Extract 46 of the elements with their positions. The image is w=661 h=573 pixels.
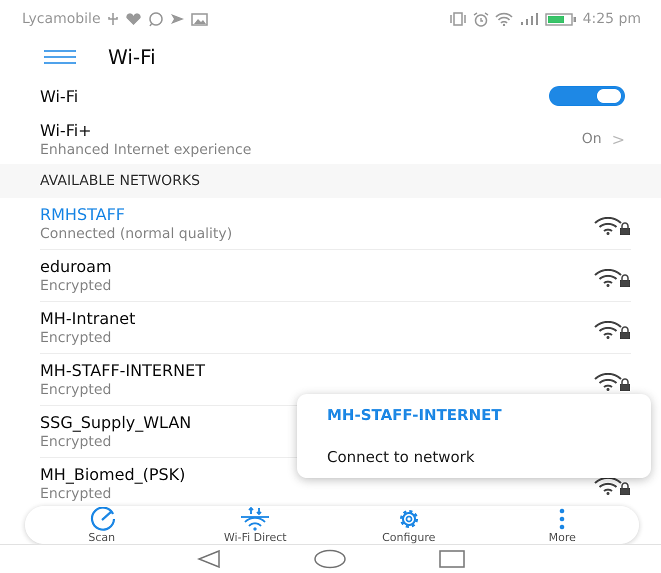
wifi-lock-icon	[593, 268, 631, 286]
network-status: Connected (normal quality)	[40, 226, 232, 242]
network-status: Encrypted	[40, 330, 112, 346]
chevron-icon: >	[612, 130, 625, 148]
wifi-lock-icon	[593, 372, 631, 390]
setting-label: Wi-Fi+	[40, 120, 93, 140]
network-row[interactable]: RMHSTAFF Connected (normal quality)	[40, 198, 631, 250]
setting-row[interactable]: Wi-Fi+ Enhanced Internet experience On >	[0, 116, 661, 162]
signal-icon	[518, 12, 539, 26]
heart-icon	[124, 12, 142, 26]
wifi-icon	[494, 12, 513, 26]
clock-time: 4:25 pm	[582, 11, 641, 27]
wifi-lock-icon	[593, 320, 631, 338]
menu-icon[interactable]	[44, 50, 76, 64]
section-title: AVAILABLE NETWORKS	[40, 173, 200, 189]
network-status: Encrypted	[40, 486, 112, 502]
setting-label: Wi-Fi	[40, 86, 78, 106]
network-name: MH-STAFF-INTERNET	[40, 361, 205, 380]
battery-icon	[544, 12, 577, 26]
wifi-lock-icon	[593, 476, 631, 494]
network-status: Encrypted	[40, 278, 112, 294]
network-name: MH-Intranet	[40, 309, 136, 328]
setting-value: On	[582, 131, 602, 147]
carrier-name: Lycamobile	[22, 11, 101, 27]
network-name: RMHSTAFF	[40, 205, 126, 224]
flag-icon	[170, 13, 185, 25]
network-name: eduroam	[40, 257, 112, 276]
recents-icon[interactable]	[438, 549, 464, 569]
wifi-lock-icon	[593, 216, 631, 234]
image-icon	[190, 12, 208, 26]
more-icon	[558, 506, 566, 530]
network-row[interactable]: eduroam Encrypted	[40, 250, 631, 302]
network-name: SSG_Supply_WLAN	[40, 413, 192, 432]
network-status: Encrypted	[40, 434, 112, 450]
page-title: Wi-Fi	[108, 45, 156, 69]
toggle-switch[interactable]	[549, 86, 625, 106]
menu-title: MH-STAFF-INTERNET	[327, 406, 503, 424]
alarm-icon	[472, 12, 489, 26]
back-icon[interactable]	[196, 549, 220, 569]
home-icon[interactable]	[314, 549, 346, 569]
network-name: MH_Biomed_(PSK)	[40, 465, 186, 484]
setting-row[interactable]: Wi-Fi	[0, 76, 661, 116]
network-row[interactable]: MH-Intranet Encrypted	[40, 302, 631, 354]
setting-description: Enhanced Internet experience	[40, 142, 252, 158]
network-status: Encrypted	[40, 382, 112, 398]
vibrate-icon	[448, 12, 467, 26]
